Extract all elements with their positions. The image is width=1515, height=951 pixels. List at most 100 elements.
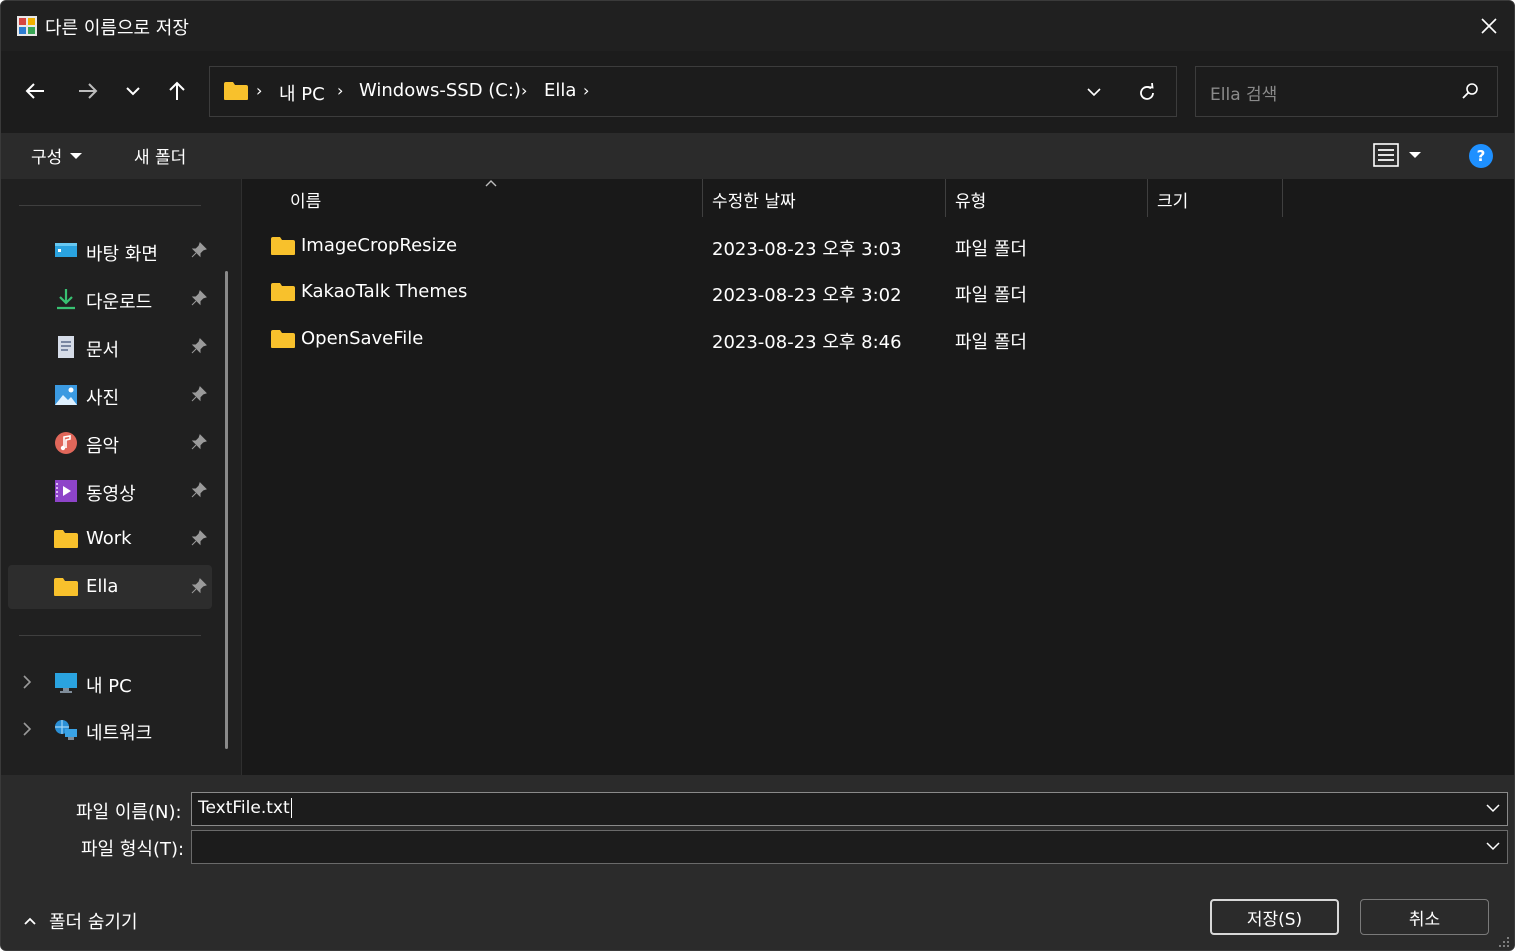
filename-label: 파일 이름(N): xyxy=(76,802,182,823)
sidebar-item-network[interactable]: 네트워크 xyxy=(8,708,212,752)
app-icon xyxy=(17,16,37,36)
file-name: OpenSaveFile xyxy=(301,328,424,349)
pin-icon[interactable] xyxy=(191,242,207,258)
search-box[interactable]: Ella 검색 xyxy=(1195,66,1498,117)
breadcrumb-separator: › xyxy=(583,81,590,100)
breadcrumb-separator: › xyxy=(521,81,528,100)
chevron-down-icon[interactable] xyxy=(1485,839,1501,853)
help-button[interactable]: ? xyxy=(1469,144,1493,168)
sidebar-item-label: 네트워크 xyxy=(86,723,153,744)
forward-button[interactable] xyxy=(72,76,104,106)
sidebar-item-downloads[interactable]: 다운로드 xyxy=(8,277,212,321)
organize-button[interactable]: 구성 xyxy=(31,143,83,168)
file-type: 파일 폴더 xyxy=(955,285,1027,306)
file-row[interactable]: KakaoTalk Themes 2023-08-23 오후 3:02 파일 폴… xyxy=(262,271,1512,315)
hide-folders-button[interactable]: 폴더 숨기기 xyxy=(23,908,138,934)
folder-icon xyxy=(271,330,295,348)
navigation-bar: › 내 PC › Windows-SSD (C:) › Ella › Ella … xyxy=(1,51,1514,133)
search-placeholder: Ella 검색 xyxy=(1210,85,1278,105)
filetype-select[interactable] xyxy=(191,830,1508,864)
command-bar: 구성 새 폴더 ? xyxy=(1,133,1514,179)
up-button[interactable] xyxy=(161,76,193,106)
sidebar-item-documents[interactable]: 문서 xyxy=(8,325,212,369)
chevron-down-icon xyxy=(1087,88,1101,97)
desktop-icon xyxy=(55,243,77,257)
breadcrumb-item[interactable]: Windows-SSD (C:) xyxy=(359,80,521,101)
sidebar-item-work[interactable]: Work xyxy=(8,517,212,561)
recent-locations-button[interactable] xyxy=(117,76,149,106)
breadcrumb-separator: › xyxy=(337,81,344,100)
column-separator[interactable] xyxy=(1147,179,1148,217)
new-folder-button[interactable]: 새 폴더 xyxy=(134,143,186,168)
sidebar-scrollbar[interactable] xyxy=(225,271,228,749)
sidebar-item-this-pc[interactable]: 내 PC xyxy=(8,661,212,705)
refresh-button[interactable] xyxy=(1133,79,1161,107)
column-header-size[interactable]: 크기 xyxy=(1157,187,1188,212)
sidebar-item-music[interactable]: 음악 xyxy=(8,421,212,465)
caret-down-icon xyxy=(1409,152,1421,158)
save-as-dialog: 다른 이름으로 저장 › 내 PC › Windows-SSD (C:) › E… xyxy=(0,0,1515,951)
arrow-right-icon xyxy=(79,83,98,99)
column-header-modified[interactable]: 수정한 날짜 xyxy=(712,187,796,212)
chevron-down-icon[interactable] xyxy=(1485,801,1501,815)
organize-label: 구성 xyxy=(31,148,63,168)
column-separator[interactable] xyxy=(1282,179,1283,217)
pin-icon[interactable] xyxy=(191,338,207,354)
breadcrumb-item[interactable]: 내 PC xyxy=(279,80,325,106)
address-bar[interactable]: › 내 PC › Windows-SSD (C:) › Ella › xyxy=(209,66,1177,117)
file-name: ImageCropResize xyxy=(301,235,458,256)
sidebar-item-label: Work xyxy=(86,528,132,549)
filename-field[interactable]: TextFile.txt xyxy=(191,792,1508,826)
file-type: 파일 폴더 xyxy=(955,239,1027,260)
sidebar-item-label: 다운로드 xyxy=(86,292,153,313)
file-row[interactable]: OpenSaveFile 2023-08-23 오후 8:46 파일 폴더 xyxy=(262,318,1512,362)
filename-value[interactable]: TextFile.txt xyxy=(198,798,292,818)
help-icon: ? xyxy=(1476,147,1486,165)
column-separator[interactable] xyxy=(702,179,703,217)
filetype-label: 파일 형식(T): xyxy=(81,839,185,860)
save-button[interactable]: 저장(S) xyxy=(1210,899,1339,935)
arrow-left-icon xyxy=(25,83,44,99)
file-type: 파일 폴더 xyxy=(955,332,1027,353)
pin-icon[interactable] xyxy=(191,482,207,498)
pin-icon[interactable] xyxy=(191,434,207,450)
sidebar-item-ella[interactable]: Ella xyxy=(8,565,212,609)
sidebar-item-label: Ella xyxy=(86,576,119,597)
pin-icon[interactable] xyxy=(191,578,207,594)
pin-icon[interactable] xyxy=(191,530,207,546)
column-header-type[interactable]: 유형 xyxy=(955,187,986,212)
sidebar-item-pictures[interactable]: 사진 xyxy=(8,373,212,417)
save-form: 파일 이름(N): TextFile.txt 파일 형식(T): 폴더 숨기기 … xyxy=(1,775,1514,950)
divider xyxy=(19,205,201,206)
close-button[interactable] xyxy=(1464,1,1514,51)
sidebar-item-label: 내 PC xyxy=(86,676,132,697)
video-icon xyxy=(55,480,77,502)
sidebar-item-desktop[interactable]: 바탕 화면 xyxy=(8,229,212,273)
resize-grip-icon[interactable] xyxy=(1498,936,1510,948)
pictures-icon xyxy=(55,385,77,405)
arrow-up-icon xyxy=(169,81,185,100)
chevron-right-icon[interactable] xyxy=(22,722,32,736)
column-separator[interactable] xyxy=(945,179,946,217)
network-icon xyxy=(55,720,77,740)
column-header-name[interactable]: 이름 xyxy=(290,187,321,212)
refresh-icon xyxy=(1140,83,1154,100)
address-dropdown-button[interactable] xyxy=(1080,79,1108,105)
file-modified: 2023-08-23 오후 3:03 xyxy=(712,239,902,260)
chevron-right-icon[interactable] xyxy=(22,675,32,689)
view-options-button[interactable] xyxy=(1373,143,1421,167)
breadcrumb-separator: › xyxy=(256,81,263,100)
divider xyxy=(19,635,201,636)
file-row[interactable]: ImageCropResize 2023-08-23 오후 3:03 파일 폴더 xyxy=(262,225,1512,269)
cancel-button[interactable]: 취소 xyxy=(1360,899,1489,935)
document-icon xyxy=(58,336,74,358)
breadcrumb-item[interactable]: Ella xyxy=(544,80,576,101)
pin-icon[interactable] xyxy=(191,290,207,306)
sidebar-item-videos[interactable]: 동영상 xyxy=(8,469,212,513)
back-button[interactable] xyxy=(19,76,51,106)
pin-icon[interactable] xyxy=(191,386,207,402)
folder-icon xyxy=(54,578,78,596)
folder-icon xyxy=(54,530,78,548)
file-list: 이름 수정한 날짜 유형 크기 ImageCropResize 2023-08-… xyxy=(242,179,1514,775)
pc-icon xyxy=(55,673,77,693)
